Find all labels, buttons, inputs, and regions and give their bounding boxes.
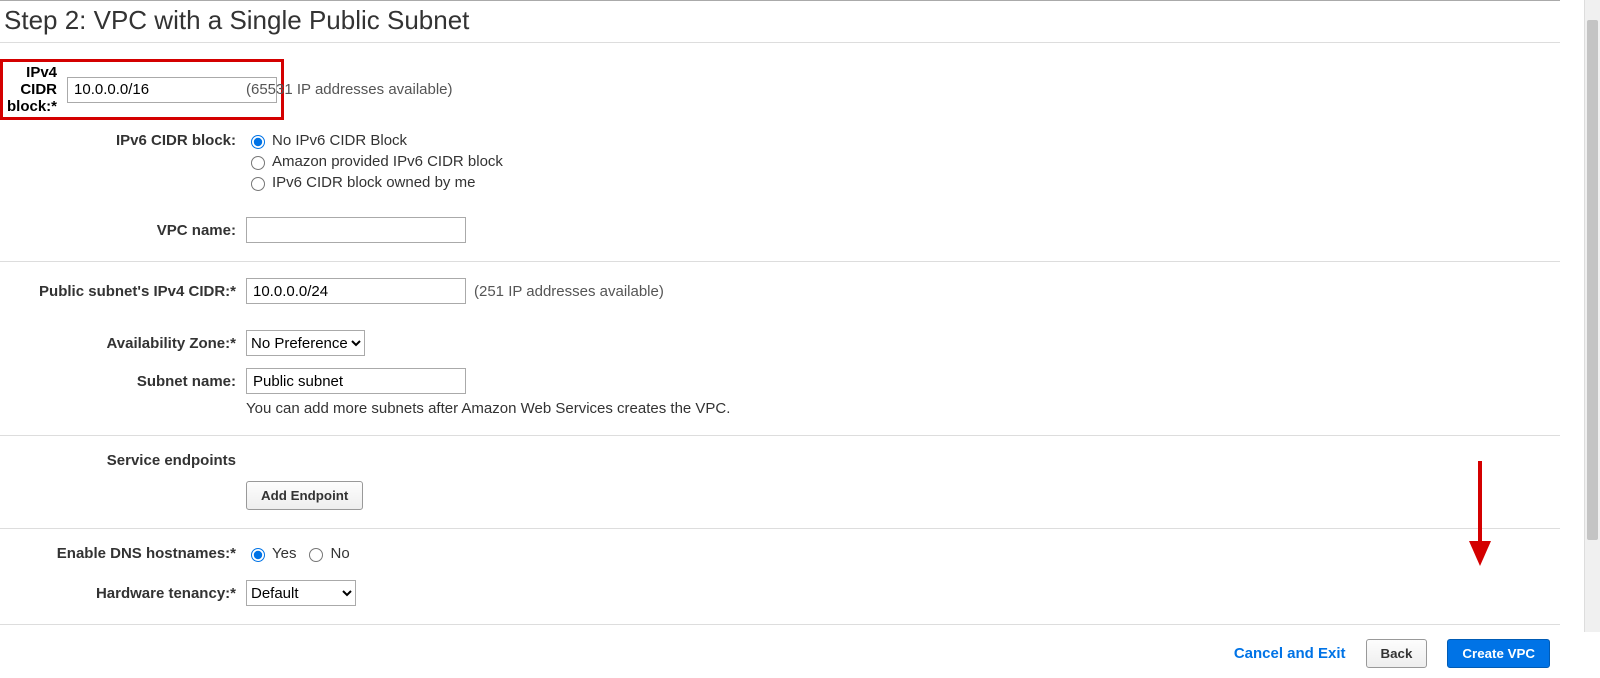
dns-yes-label: Yes — [272, 545, 296, 562]
vpc-name-input[interactable] — [246, 217, 466, 243]
ipv6-option-none-label: No IPv6 CIDR Block — [272, 132, 407, 149]
page-title: Step 2: VPC with a Single Public Subnet — [4, 5, 1560, 36]
az-select[interactable]: No Preference — [246, 330, 365, 356]
ipv6-option-amazon-label: Amazon provided IPv6 CIDR block — [272, 153, 503, 170]
public-subnet-cidr-label: Public subnet's IPv4 CIDR:* — [0, 283, 246, 300]
dns-option-yes[interactable]: Yes — [246, 545, 296, 562]
add-endpoint-button[interactable]: Add Endpoint — [246, 481, 363, 510]
create-vpc-button[interactable]: Create VPC — [1447, 639, 1550, 668]
dns-option-no[interactable]: No — [304, 545, 349, 562]
ipv6-radio-amazon[interactable] — [251, 156, 265, 170]
subnet-name-input[interactable] — [246, 368, 466, 394]
ipv6-option-owned[interactable]: IPv6 CIDR block owned by me — [246, 174, 475, 191]
ipv6-option-amazon[interactable]: Amazon provided IPv6 CIDR block — [246, 153, 503, 170]
tenancy-select[interactable]: Default — [246, 580, 356, 606]
vpc-name-label: VPC name: — [0, 222, 246, 239]
public-subnet-cidr-hint: (251 IP addresses available) — [474, 283, 664, 300]
section-endpoints: Service endpoints Add Endpoint — [0, 435, 1560, 528]
section-subnet: Public subnet's IPv4 CIDR:* (251 IP addr… — [0, 261, 1560, 435]
dns-label: Enable DNS hostnames:* — [0, 545, 246, 562]
endpoints-label: Service endpoints — [0, 452, 246, 469]
ipv4-hint: (65531 IP addresses available) — [246, 81, 453, 98]
ipv6-radio-none[interactable] — [251, 135, 265, 149]
subnet-name-label: Subnet name: — [0, 373, 246, 390]
ipv6-label: IPv6 CIDR block: — [0, 132, 246, 149]
subnet-note: You can add more subnets after Amazon We… — [246, 400, 730, 417]
ipv4-cidr-label: IPv4 CIDR block:* — [7, 64, 57, 115]
back-button[interactable]: Back — [1366, 639, 1428, 668]
ipv6-option-none[interactable]: No IPv6 CIDR Block — [246, 132, 407, 149]
section-vpc: IPv4 CIDR block:* (65531 IP addresses av… — [0, 42, 1560, 261]
ipv4-highlight: IPv4 CIDR block:* — [0, 59, 284, 120]
ipv6-option-owned-label: IPv6 CIDR block owned by me — [272, 174, 475, 191]
section-dns-tenancy: Enable DNS hostnames:* Yes No Hardware t… — [0, 528, 1560, 624]
tenancy-label: Hardware tenancy:* — [0, 585, 246, 602]
scrollbar-thumb[interactable] — [1587, 20, 1598, 540]
footer: Cancel and Exit Back Create VPC — [0, 624, 1560, 678]
ipv6-radio-owned[interactable] — [251, 177, 265, 191]
cancel-exit-link[interactable]: Cancel and Exit — [1234, 645, 1346, 662]
az-label: Availability Zone:* — [0, 335, 246, 352]
public-subnet-cidr-input[interactable] — [246, 278, 466, 304]
scrollbar[interactable] — [1584, 0, 1600, 632]
dns-radio-yes[interactable] — [251, 548, 265, 562]
dns-radio-no[interactable] — [309, 548, 323, 562]
dns-no-label: No — [330, 545, 349, 562]
